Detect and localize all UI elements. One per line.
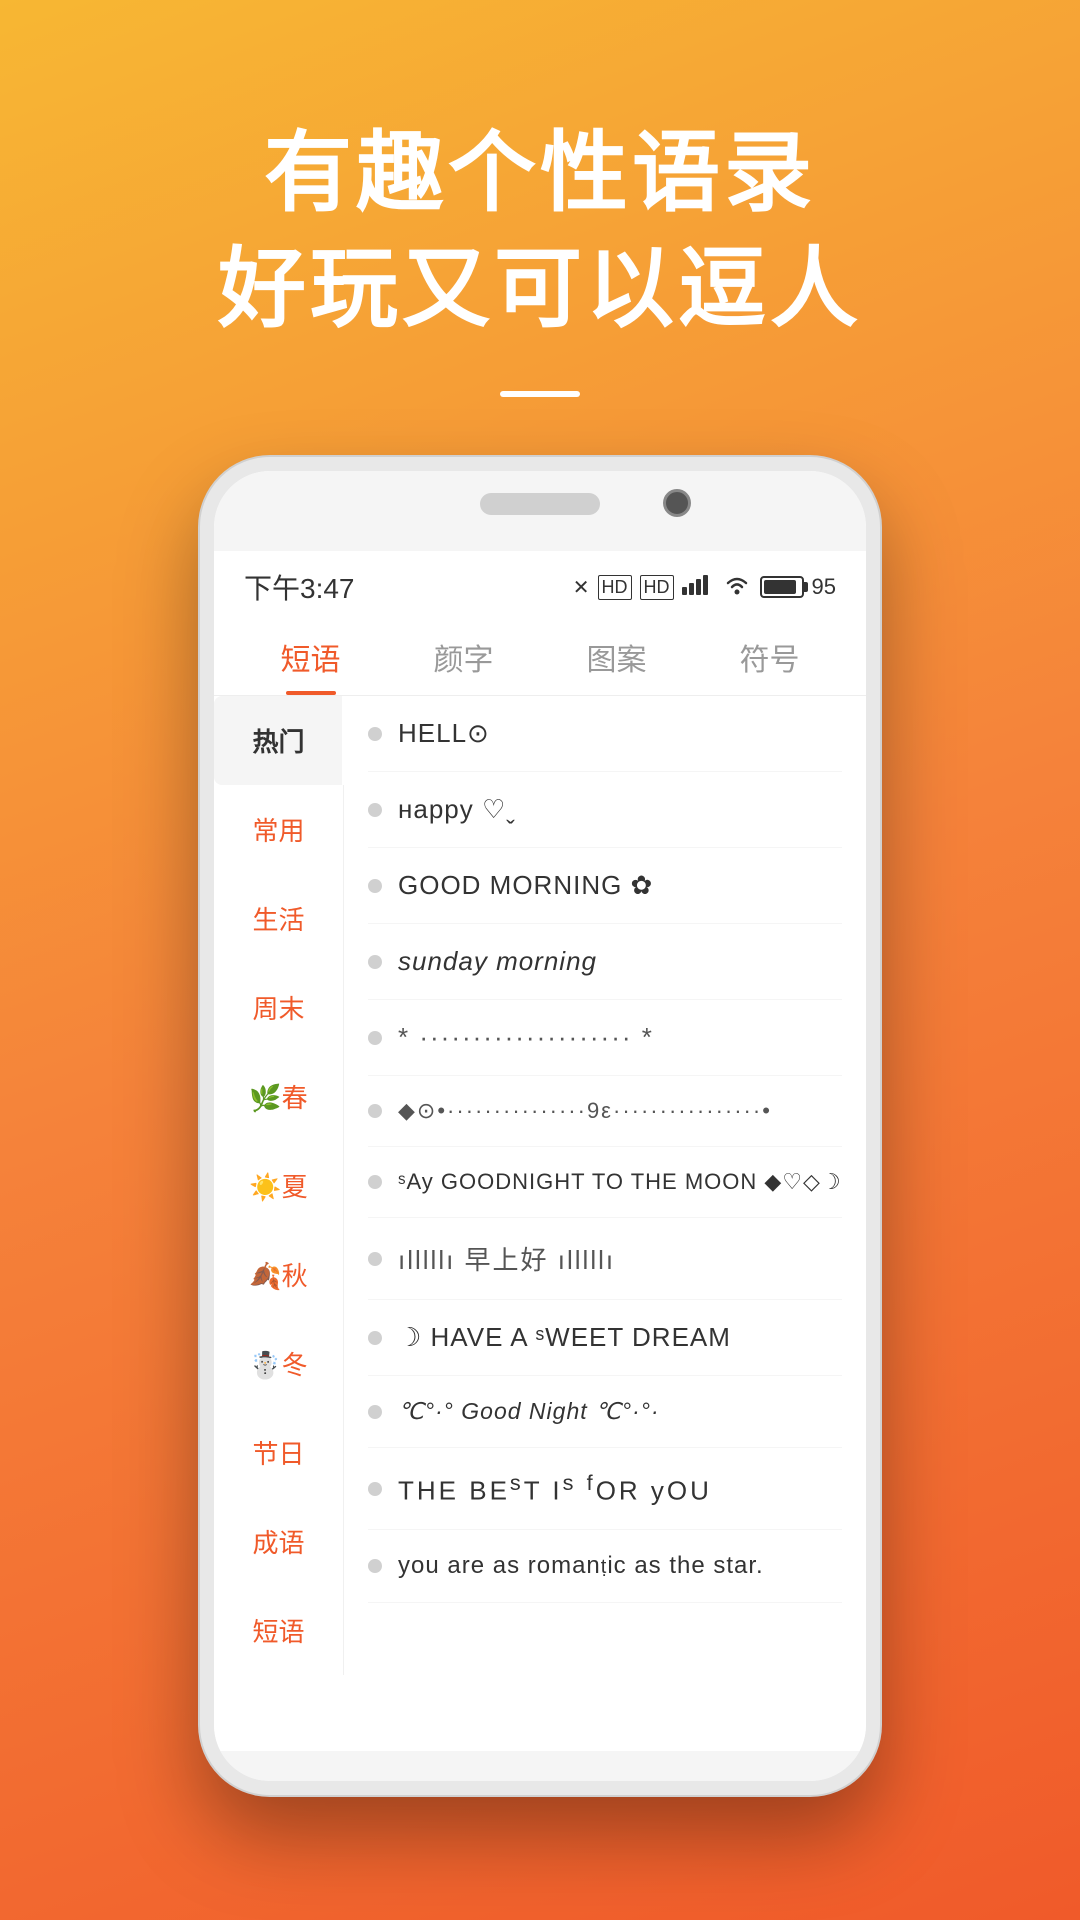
- signal-icon: ✕: [573, 575, 590, 600]
- list-bullet: [368, 1331, 382, 1345]
- list-bullet: [368, 1104, 382, 1118]
- phone-frame: 下午3:47 ✕ HD HD: [200, 457, 880, 1795]
- status-icons: ✕ HD HD: [573, 573, 836, 601]
- phone-speaker: [480, 493, 600, 515]
- list-item[interactable]: ☽ HAVE A ˢWEET DREAM: [368, 1300, 842, 1376]
- list-item[interactable]: HELL⊙: [368, 696, 842, 772]
- divider: [500, 391, 580, 397]
- list-text: HELL⊙: [398, 718, 490, 749]
- status-bar: 下午3:47 ✕ HD HD: [214, 551, 866, 617]
- list-bullet: [368, 1482, 382, 1496]
- tab-symbol[interactable]: 符号: [693, 617, 846, 695]
- status-time: 下午3:47: [244, 567, 355, 607]
- tab-pattern[interactable]: 图案: [540, 617, 693, 695]
- battery-icon: [760, 576, 804, 598]
- hd-icon2: HD: [640, 575, 674, 600]
- list-item[interactable]: нappy ♡ˬ: [368, 772, 842, 848]
- phone-wrapper: 下午3:47 ✕ HD HD: [0, 457, 1080, 1795]
- phone-camera: [663, 489, 691, 517]
- sidebar-item-idiom[interactable]: 成语: [214, 1497, 343, 1586]
- hd-icon: HD: [598, 575, 632, 600]
- sidebar: 热门 常用 生活 周末 🌿春 ☀️夏 🍂秋 ☃️冬 节日 成语 短语: [214, 696, 344, 1675]
- list-text: ℃°·° Good Night ℃°·°·: [398, 1398, 660, 1425]
- list-text: * ···················· *: [398, 1022, 654, 1053]
- tab-fancy[interactable]: 颜字: [387, 617, 540, 695]
- sidebar-item-spring[interactable]: 🌿春: [214, 1052, 343, 1141]
- battery-fill: [764, 580, 796, 594]
- content-area: 热门 常用 生活 周末 🌿春 ☀️夏 🍂秋 ☃️冬 节日 成语 短语 HELL⊙: [214, 696, 866, 1675]
- list-text: нappy ♡ˬ: [398, 794, 516, 825]
- list-text: THE BEsT Is fOR yOU: [398, 1470, 712, 1507]
- tab-bar: 短语 颜字 图案 符号: [214, 617, 866, 696]
- sidebar-item-phrase[interactable]: 短语: [214, 1586, 343, 1675]
- list-item[interactable]: ılllllı 早上好 ılllllı: [368, 1218, 842, 1300]
- sidebar-item-life[interactable]: 生活: [214, 874, 343, 963]
- list-item[interactable]: you are as romanṭic as the star.: [368, 1530, 842, 1603]
- hero-title-2: 好玩又可以逗人: [0, 236, 1080, 342]
- list-item[interactable]: sunday morning: [368, 924, 842, 1000]
- list-item[interactable]: THE BEsT Is fOR yOU: [368, 1448, 842, 1530]
- list-item[interactable]: ◆⊙•···············9ε················•: [368, 1076, 842, 1147]
- sidebar-item-summer[interactable]: ☀️夏: [214, 1141, 343, 1230]
- list-area: HELL⊙ нappy ♡ˬ GOOD MORNING ✿ sunday mor…: [344, 696, 866, 1675]
- list-bullet: [368, 879, 382, 893]
- list-bullet: [368, 1405, 382, 1419]
- wifi-icon: [722, 573, 752, 601]
- list-bullet: [368, 1175, 382, 1189]
- list-text: you are as romanṭic as the star.: [398, 1552, 764, 1580]
- sidebar-item-winter[interactable]: ☃️冬: [214, 1319, 343, 1408]
- list-text: ◆⊙•···············9ε················•: [398, 1098, 772, 1124]
- sidebar-item-autumn[interactable]: 🍂秋: [214, 1230, 343, 1319]
- phone-bottom-bar: [214, 1751, 866, 1781]
- phone-top-bar: [214, 471, 866, 551]
- list-bullet: [368, 803, 382, 817]
- signal-bars: [682, 573, 714, 601]
- tab-phrase[interactable]: 短语: [234, 617, 387, 695]
- sidebar-item-common[interactable]: 常用: [214, 785, 343, 874]
- list-bullet: [368, 1559, 382, 1573]
- sidebar-item-holiday[interactable]: 节日: [214, 1408, 343, 1497]
- list-item[interactable]: ˢAy GOODNIGHT TO THE MOON ◆♡◇☽: [368, 1147, 842, 1218]
- sidebar-item-hot[interactable]: 热门: [214, 696, 343, 785]
- phone-screen: 下午3:47 ✕ HD HD: [214, 551, 866, 1751]
- list-text: ˢAy GOODNIGHT TO THE MOON ◆♡◇☽: [398, 1169, 842, 1195]
- list-item[interactable]: ℃°·° Good Night ℃°·°·: [368, 1376, 842, 1448]
- battery-pct: 95: [812, 574, 836, 600]
- list-bullet: [368, 1252, 382, 1266]
- list-bullet: [368, 955, 382, 969]
- list-text: ☽ HAVE A ˢWEET DREAM: [398, 1322, 731, 1353]
- list-text: ılllllı 早上好 ılllllı: [398, 1240, 615, 1277]
- list-text: sunday morning: [398, 946, 597, 977]
- hero-section: 有趣个性语录 好玩又可以逗人: [0, 0, 1080, 397]
- list-bullet: [368, 727, 382, 741]
- hero-title-1: 有趣个性语录: [0, 120, 1080, 226]
- list-item[interactable]: GOOD MORNING ✿: [368, 848, 842, 924]
- sidebar-item-weekend[interactable]: 周末: [214, 963, 343, 1052]
- list-item[interactable]: * ···················· *: [368, 1000, 842, 1076]
- list-text: GOOD MORNING ✿: [398, 870, 653, 901]
- list-bullet: [368, 1031, 382, 1045]
